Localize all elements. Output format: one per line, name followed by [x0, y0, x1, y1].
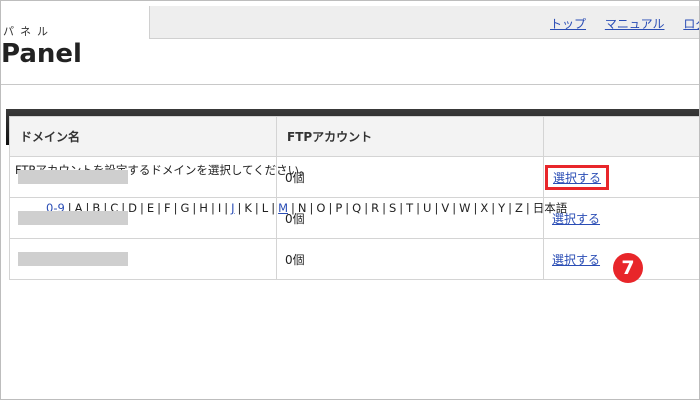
col-header-ftp: FTPアカウント: [276, 116, 544, 157]
browser-frame: パネル Panel トップ マニュアル ログ ドメイン選択画面 FTPアカウント…: [0, 0, 700, 400]
top-nav: トップ マニュアル ログ: [149, 6, 699, 39]
logo[interactable]: パネル Panel: [1, 1, 149, 85]
action-cell: 選択する: [543, 197, 699, 239]
ftp-count-cell: 0個: [276, 238, 544, 280]
ftp-count-cell: 0個: [276, 156, 544, 198]
table-row: 0個 選択する: [9, 156, 699, 198]
nav-top-link[interactable]: トップ: [550, 17, 586, 31]
table-header-row: ドメイン名 FTPアカウント: [9, 116, 699, 157]
ftp-count-cell: 0個: [276, 197, 544, 239]
select-button[interactable]: 選択する: [552, 253, 600, 267]
logo-text: Panel: [1, 39, 82, 69]
redacted-domain: [18, 252, 128, 267]
nav-links: トップ マニュアル ログ: [550, 15, 699, 32]
nav-manual-link[interactable]: マニュアル: [605, 17, 665, 31]
redacted-domain: [18, 211, 128, 226]
table-row: 0個 選択する: [9, 197, 699, 239]
logo-kana: パネル: [3, 25, 54, 38]
table-row: 0個 選択する: [9, 238, 699, 280]
redacted-domain: [18, 170, 128, 185]
select-button[interactable]: 選択する: [552, 212, 600, 226]
action-cell: 選択する: [543, 156, 699, 198]
col-header-domain: ドメイン名: [9, 116, 277, 157]
domain-table: ドメイン名 FTPアカウント 0個 選択する 0個 選択する 0個 選択する: [9, 116, 699, 280]
domain-cell: [9, 197, 277, 239]
domain-cell: [9, 156, 277, 198]
nav-log-link[interactable]: ログ: [683, 17, 699, 31]
domain-cell: [9, 238, 277, 280]
select-button[interactable]: 選択する: [553, 171, 601, 185]
step-badge: 7: [613, 253, 643, 283]
col-header-action: [543, 116, 699, 157]
header: パネル Panel トップ マニュアル ログ: [1, 1, 699, 85]
highlight-box: 選択する: [545, 164, 610, 190]
